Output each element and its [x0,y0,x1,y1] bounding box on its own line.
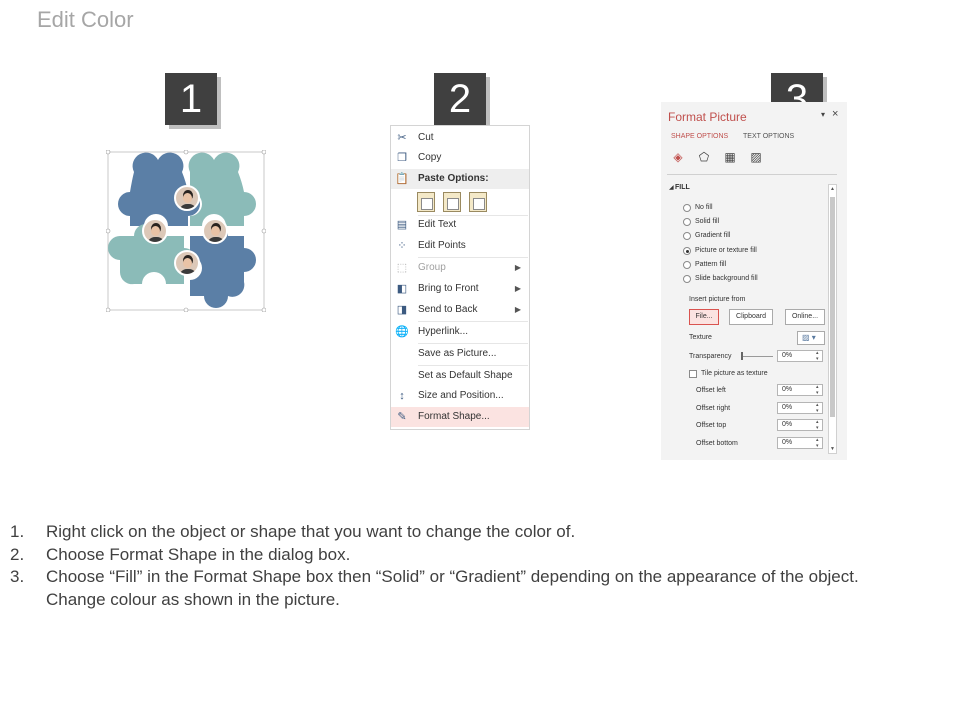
submenu-arrow-icon: ▶ [514,284,521,293]
tab-shape-options[interactable]: SHAPE OPTIONS [671,133,728,140]
menu-item-size-position[interactable]: ↕ Size and Position... [391,386,529,406]
collapse-triangle-icon[interactable]: ◢ [669,184,674,191]
submenu-arrow-icon: ▶ [514,263,521,272]
menu-item-copy[interactable]: ❐ Copy [391,148,529,168]
pane-title: Format Picture [668,110,747,124]
insert-picture-from-label: Insert picture from [689,296,746,303]
menu-item-save-as-picture[interactable]: Save as Picture... [391,344,529,364]
tile-picture-checkbox[interactable] [689,370,697,378]
person-photo-4 [174,250,200,276]
hyperlink-icon: 🌐 [395,326,409,338]
section-fill-label[interactable]: FILL [675,184,690,191]
fill-bucket-icon[interactable]: ◈ [671,150,685,164]
paste-as-picture-icon[interactable] [469,192,487,212]
context-menu: ✂ Cut ❐ Copy 📋 Paste Options: ▤ Edit Tex… [390,125,530,430]
person-photo-3 [202,218,228,244]
paste-keep-source-icon[interactable] [417,192,435,212]
paste-use-destination-icon[interactable] [443,192,461,212]
offset-right-input[interactable]: 0% [777,402,823,414]
size-icon[interactable]: ▦ [723,150,737,164]
picture-icon[interactable]: ▨ [749,150,763,164]
menu-item-cut[interactable]: ✂ Cut [391,128,529,148]
menu-item-edit-text[interactable]: ▤ Edit Text [391,215,529,235]
step-badge-2: 2 [434,73,486,125]
texture-dropdown[interactable]: ▨ ▾ [797,331,825,345]
scroll-thumb[interactable] [830,197,835,417]
size-position-icon: ↕ [399,390,405,402]
offset-left-label: Offset left [696,387,726,394]
pane-options-chevron-icon[interactable]: ▾ [821,110,825,119]
texture-label: Texture [689,334,712,341]
pentagon-icon[interactable]: ⬠ [697,150,711,164]
pane-scrollbar[interactable]: ▲ ▼ [828,184,837,454]
offset-top-label: Offset top [696,422,727,429]
menu-item-group: ⬚ Group ▶ [391,258,529,278]
cut-icon: ✂ [397,132,407,144]
offset-right-label: Offset right [696,405,731,412]
slide-title: Edit Color [37,7,134,32]
scroll-up-arrow-icon[interactable]: ▲ [829,186,836,192]
puzzle-piece-top-right[interactable] [188,152,256,226]
tile-picture-label: Tile picture as texture [701,370,768,377]
instruction-item: 1. Right click on the object or shape th… [10,522,576,541]
person-photo-2 [142,218,168,244]
instructions-list: 1. Right click on the object or shape th… [10,521,950,611]
group-icon: ⬚ [396,262,408,274]
online-button[interactable]: Online... [785,309,825,325]
divider [667,174,837,175]
edit-points-icon: ⁘ [397,240,407,252]
person-photo-1 [174,185,200,211]
transparency-label: Transparency [689,353,732,360]
menu-item-edit-points[interactable]: ⁘ Edit Points [391,236,529,256]
paste-icon: 📋 [395,173,409,185]
offset-top-input[interactable]: 0% [777,419,823,431]
offset-bottom-input[interactable]: 0% [777,437,823,449]
texture-icon: ▨ ▾ [802,333,816,342]
transparency-slider-handle[interactable] [741,352,743,360]
menu-item-set-default-shape[interactable]: Set as Default Shape [391,366,529,386]
transparency-input[interactable]: 0% [777,350,823,362]
offset-left-input[interactable]: 0% [777,384,823,396]
menu-item-send-to-back[interactable]: ◨ Send to Back ▶ [391,300,529,320]
offset-bottom-label: Offset bottom [696,440,738,447]
menu-item-format-shape[interactable]: ✎ Format Shape... [391,407,529,427]
close-icon[interactable]: × [832,108,838,120]
format-shape-icon: ✎ [397,411,407,423]
transparency-slider-track[interactable] [741,356,773,357]
submenu-arrow-icon: ▶ [514,305,521,314]
menu-item-hyperlink[interactable]: 🌐 Hyperlink... [391,322,529,342]
file-button[interactable]: File... [689,309,719,325]
scroll-down-arrow-icon[interactable]: ▼ [829,446,836,452]
tab-text-options[interactable]: TEXT OPTIONS [743,133,794,140]
clipboard-button[interactable]: Clipboard [729,309,773,325]
puzzle-shape-group[interactable] [106,150,266,312]
puzzle-svg [106,150,266,312]
copy-icon: ❐ [397,152,407,164]
menu-item-paste-options: 📋 Paste Options: [391,169,529,189]
step-badge-1: 1 [165,73,217,125]
edit-text-icon: ▤ [396,219,408,231]
instruction-item: 2. Choose Format Shape in the dialog box… [10,544,351,564]
send-to-back-icon: ◨ [396,304,408,316]
instruction-item: 3. Choose “Fill” in the Format Shape box… [10,567,859,587]
format-picture-pane: Format Picture ▾ × SHAPE OPTIONS TEXT OP… [661,102,847,460]
instruction-item-continuation: Change colour as shown in the picture. [46,589,340,609]
menu-item-bring-to-front[interactable]: ◧ Bring to Front ▶ [391,279,529,299]
paste-options-group [415,190,495,214]
bring-to-front-icon: ◧ [396,283,408,295]
